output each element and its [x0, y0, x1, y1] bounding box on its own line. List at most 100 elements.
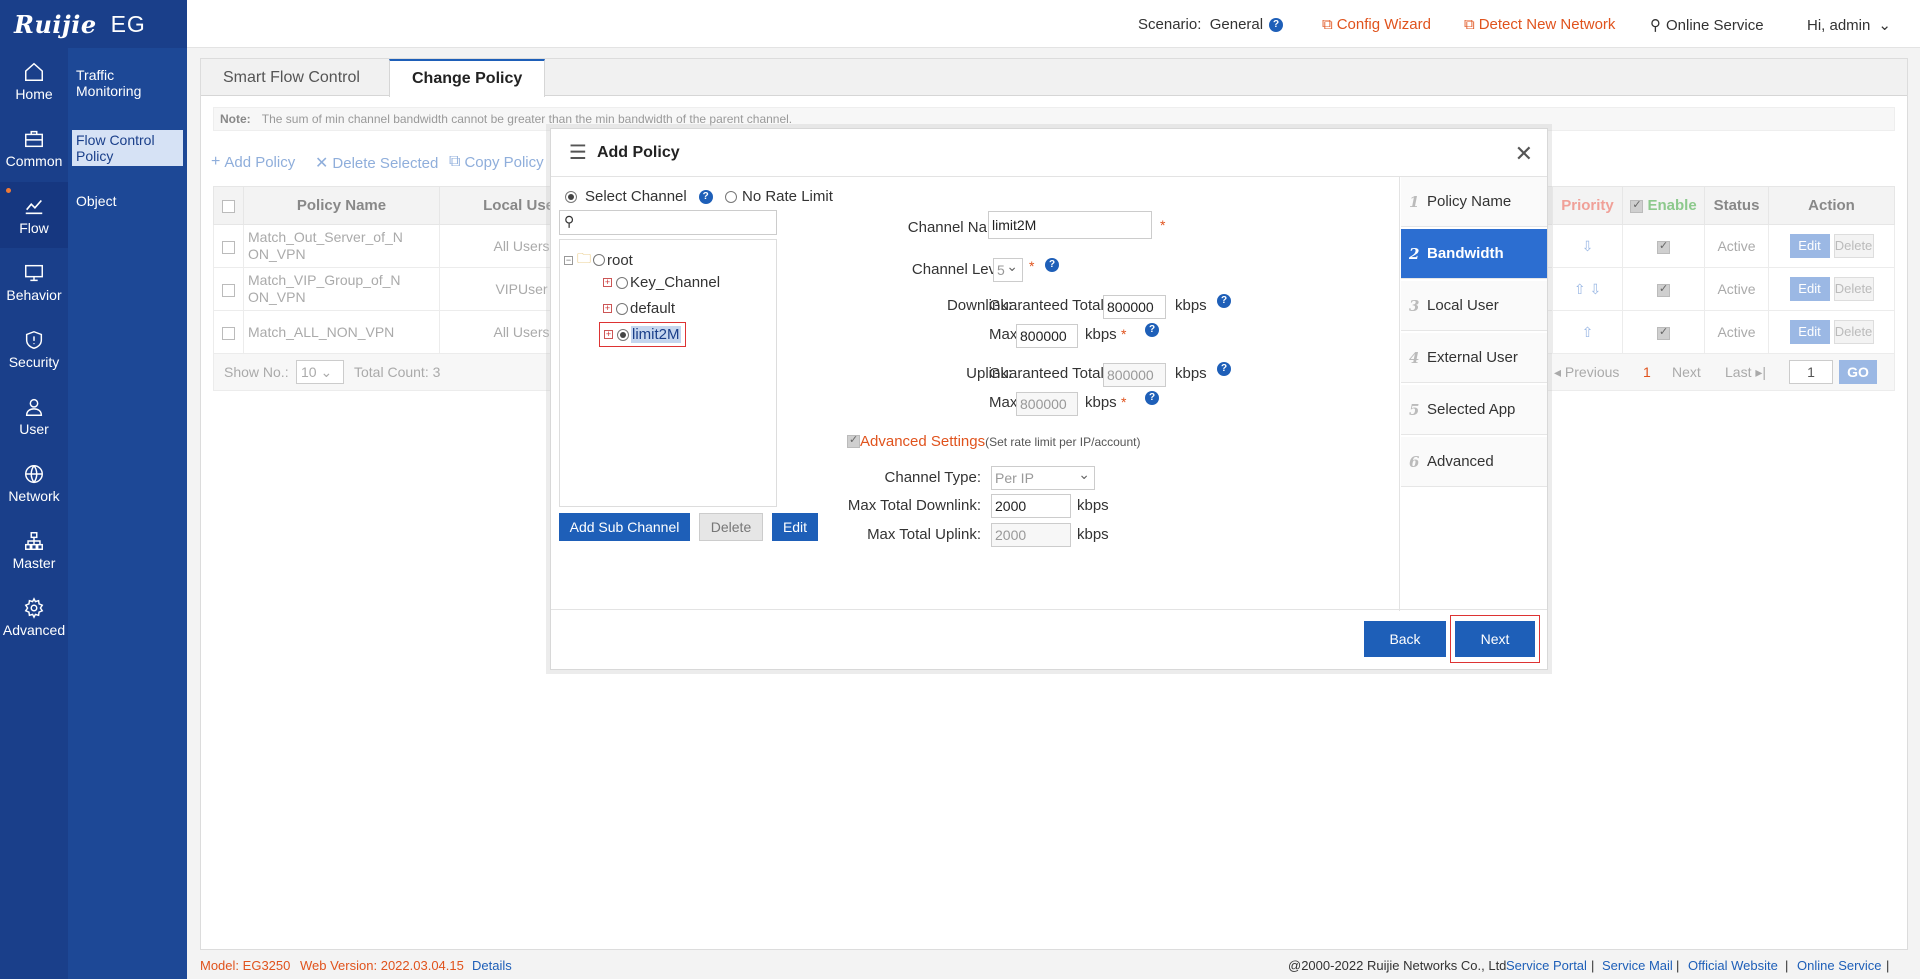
select-all-checkbox[interactable]	[222, 199, 235, 213]
details-link[interactable]: Details	[472, 952, 512, 979]
advanced-settings-toggle[interactable]: Advanced Settings (Set rate limit per IP…	[847, 433, 1140, 450]
nav-behavior[interactable]: Behavior	[0, 249, 68, 315]
select-channel-option[interactable]: Select Channel ?	[565, 188, 713, 205]
no-rate-limit-radio[interactable]	[725, 190, 737, 203]
enable-checkbox[interactable]	[1657, 325, 1670, 340]
help-icon[interactable]: ?	[698, 189, 713, 204]
tree-node-limit2m[interactable]: + limit2M	[599, 322, 686, 347]
service-portal-link[interactable]: Service Portal	[1506, 952, 1587, 979]
edit-button[interactable]: Edit	[1789, 234, 1830, 258]
help-icon[interactable]: ?	[1217, 294, 1231, 308]
enable-checkbox[interactable]	[1657, 282, 1670, 297]
back-button[interactable]: Back	[1364, 621, 1446, 657]
downlink-max-input[interactable]: 800000	[1016, 324, 1078, 348]
nav-home[interactable]: Home	[0, 48, 68, 114]
online-service-link[interactable]: ⚲ Online Service	[1650, 16, 1764, 35]
arrow-down-icon[interactable]: ⇩	[1582, 238, 1594, 254]
help-icon[interactable]: ?	[1145, 323, 1159, 337]
nav-user[interactable]: User	[0, 383, 68, 449]
wizard-steps: 1 Policy Name 2 Bandwidth 3 Local User 4 Ext…	[1399, 177, 1547, 611]
official-website-link[interactable]: Official Website	[1688, 952, 1778, 979]
nav-advanced[interactable]: Advanced	[0, 584, 68, 650]
step-external-user[interactable]: 4 External User	[1401, 333, 1547, 383]
step-policy-name[interactable]: 1 Policy Name	[1401, 177, 1547, 227]
nav-security[interactable]: Security	[0, 316, 68, 382]
expand-icon[interactable]: +	[604, 330, 613, 339]
hierarchy-icon	[25, 531, 43, 550]
tab-change-policy[interactable]: Change Policy	[389, 59, 546, 97]
help-icon[interactable]: ?	[1145, 391, 1159, 405]
tree-node-key-channel[interactable]: + Key_Channel	[603, 274, 720, 291]
dialog-header: ☰ Add Policy ✕	[551, 129, 1547, 177]
row-checkbox[interactable]	[222, 326, 235, 340]
arrow-up-icon[interactable]: ⇧	[1574, 281, 1586, 297]
user-menu[interactable]: Hi, admin ⌄	[1807, 16, 1891, 35]
edit-channel-button[interactable]: Edit	[772, 513, 818, 541]
service-mail-link[interactable]: Service Mail	[1602, 952, 1673, 979]
subnav-traffic-monitoring[interactable]: Traffic Monitoring	[72, 65, 183, 101]
required-mark: *	[1160, 217, 1166, 233]
channel-search-input[interactable]: ⚲	[559, 210, 777, 235]
row-checkbox[interactable]	[222, 240, 235, 254]
subnav-object[interactable]: Object	[72, 191, 183, 211]
edit-button[interactable]: Edit	[1789, 320, 1830, 344]
collapse-icon[interactable]: −	[564, 255, 573, 265]
select-channel-radio[interactable]	[565, 190, 577, 203]
arrow-down-icon[interactable]: ⇩	[1589, 281, 1601, 297]
tab-smart-flow-control[interactable]: Smart Flow Control	[201, 59, 382, 96]
expand-icon[interactable]: +	[603, 278, 612, 287]
subnav-flow-control-policy[interactable]: Flow Control Policy	[72, 130, 183, 166]
step-local-user[interactable]: 3 Local User	[1401, 281, 1547, 331]
help-icon[interactable]: ?	[1269, 17, 1284, 32]
help-icon[interactable]: ?	[1045, 258, 1059, 272]
channel-type-select[interactable]: Per IP	[991, 463, 1095, 490]
next-page-link[interactable]: Next	[1672, 364, 1701, 380]
close-icon[interactable]: ✕	[1515, 141, 1533, 167]
col-priority: Priority	[1552, 186, 1623, 225]
delete-button[interactable]: Delete	[1833, 234, 1874, 258]
enable-checkbox[interactable]	[1657, 239, 1670, 254]
max-total-downlink-input[interactable]: 2000	[991, 494, 1071, 518]
step-selected-app[interactable]: 5 Selected App	[1401, 385, 1547, 435]
prev-page-link[interactable]: ◂ Previous	[1554, 364, 1619, 381]
downlink-guaranteed-input[interactable]: 800000	[1103, 295, 1166, 319]
row-checkbox[interactable]	[222, 283, 235, 297]
arrow-up-icon[interactable]: ⇧	[1582, 324, 1594, 340]
help-icon[interactable]: ?	[1217, 362, 1231, 376]
folder-icon: 🗀	[577, 250, 591, 266]
config-wizard-link[interactable]: ⧉ Config Wizard	[1322, 16, 1431, 33]
detect-network-link[interactable]: ⧉ Detect New Network	[1464, 16, 1615, 33]
copy-policy-button[interactable]: ⧉ Copy Policy	[449, 153, 544, 171]
uplink-max-input[interactable]: 800000	[1016, 392, 1078, 416]
edit-button[interactable]: Edit	[1789, 277, 1830, 301]
expand-icon[interactable]: +	[603, 304, 612, 313]
nav-flow[interactable]: Flow	[0, 182, 68, 248]
delete-selected-button[interactable]: ✕ Delete Selected	[315, 153, 438, 173]
delete-button[interactable]: Delete	[1833, 277, 1874, 301]
delete-channel-button[interactable]: Delete	[699, 513, 763, 541]
enable-all-checkbox[interactable]	[1630, 198, 1644, 213]
tree-node-root[interactable]: − 🗀 root	[564, 248, 633, 272]
policy-name: Match_ALL_NON_VPN	[243, 310, 440, 354]
no-rate-limit-option[interactable]: No Rate Limit	[725, 188, 833, 205]
add-policy-button[interactable]: + Add Policy	[211, 153, 295, 171]
show-no-select[interactable]: 10 ⌄	[296, 360, 344, 384]
page-input[interactable]: 1	[1789, 360, 1833, 384]
add-sub-channel-button[interactable]: Add Sub Channel	[559, 513, 690, 541]
channel-level-select[interactable]: 5	[993, 255, 1023, 282]
nav-network[interactable]: Network	[0, 450, 68, 516]
uplink-guaranteed-input[interactable]: 800000	[1103, 363, 1166, 387]
online-service-footer-link[interactable]: Online Service	[1797, 952, 1882, 979]
channel-name-input[interactable]: limit2M	[988, 211, 1152, 239]
max-total-uplink-input[interactable]: 2000	[991, 523, 1071, 547]
last-page-link[interactable]: Last ▸|	[1725, 364, 1766, 381]
go-button[interactable]: GO	[1839, 360, 1877, 384]
step-advanced[interactable]: 6 Advanced	[1401, 437, 1547, 487]
advanced-settings-checkbox[interactable]	[847, 433, 860, 448]
tree-node-default[interactable]: + default	[603, 300, 675, 317]
next-button[interactable]: Next	[1455, 621, 1535, 657]
step-bandwidth[interactable]: 2 Bandwidth	[1401, 229, 1547, 279]
nav-master[interactable]: Master	[0, 517, 68, 583]
delete-button[interactable]: Delete	[1833, 320, 1874, 344]
nav-common[interactable]: Common	[0, 115, 68, 181]
